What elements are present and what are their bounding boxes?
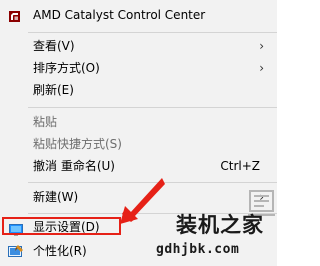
menu-item-label: 粘贴快捷方式(S) [33, 137, 122, 151]
menu-separator [28, 107, 277, 108]
menu-item-view[interactable]: 查看(V) › [0, 35, 277, 57]
menu-item-label: 撤消 重命名(U) [33, 159, 115, 173]
menu-separator [28, 32, 277, 33]
menu-item-label: 新建(W) [33, 190, 79, 204]
menu-item-label: AMD Catalyst Control Center [33, 8, 206, 22]
keyboard-shortcut: Ctrl+Z [220, 159, 260, 173]
menu-item-amd-catalyst[interactable]: AMD Catalyst Control Center [0, 4, 277, 26]
personalize-icon [8, 244, 24, 258]
menu-item-label: 个性化(R) [33, 244, 87, 258]
highlight-box [2, 217, 121, 235]
red-arrow-icon [120, 178, 165, 224]
menu-item-sort-by[interactable]: 排序方式(O) › [0, 57, 277, 79]
watermark-url: gdhjbk.com [156, 242, 240, 257]
menu-item-paste-shortcut[interactable]: 粘贴快捷方式(S) [0, 133, 277, 155]
amd-logo-icon [9, 11, 20, 22]
watermark-title: 装机之家 [176, 212, 264, 237]
menu-item-label: 排序方式(O) [33, 61, 100, 75]
menu-item-paste[interactable]: 粘贴 [0, 111, 277, 133]
menu-item-undo-rename[interactable]: 撤消 重命名(U) Ctrl+Z [0, 155, 277, 177]
menu-item-refresh[interactable]: 刷新(E) [0, 79, 277, 101]
menu-item-label: 刷新(E) [33, 83, 74, 97]
menu-item-label: 粘贴 [33, 115, 58, 129]
menu-item-label: 查看(V) [33, 39, 75, 53]
chevron-right-icon: › [259, 39, 264, 53]
chevron-right-icon: › [259, 61, 264, 75]
